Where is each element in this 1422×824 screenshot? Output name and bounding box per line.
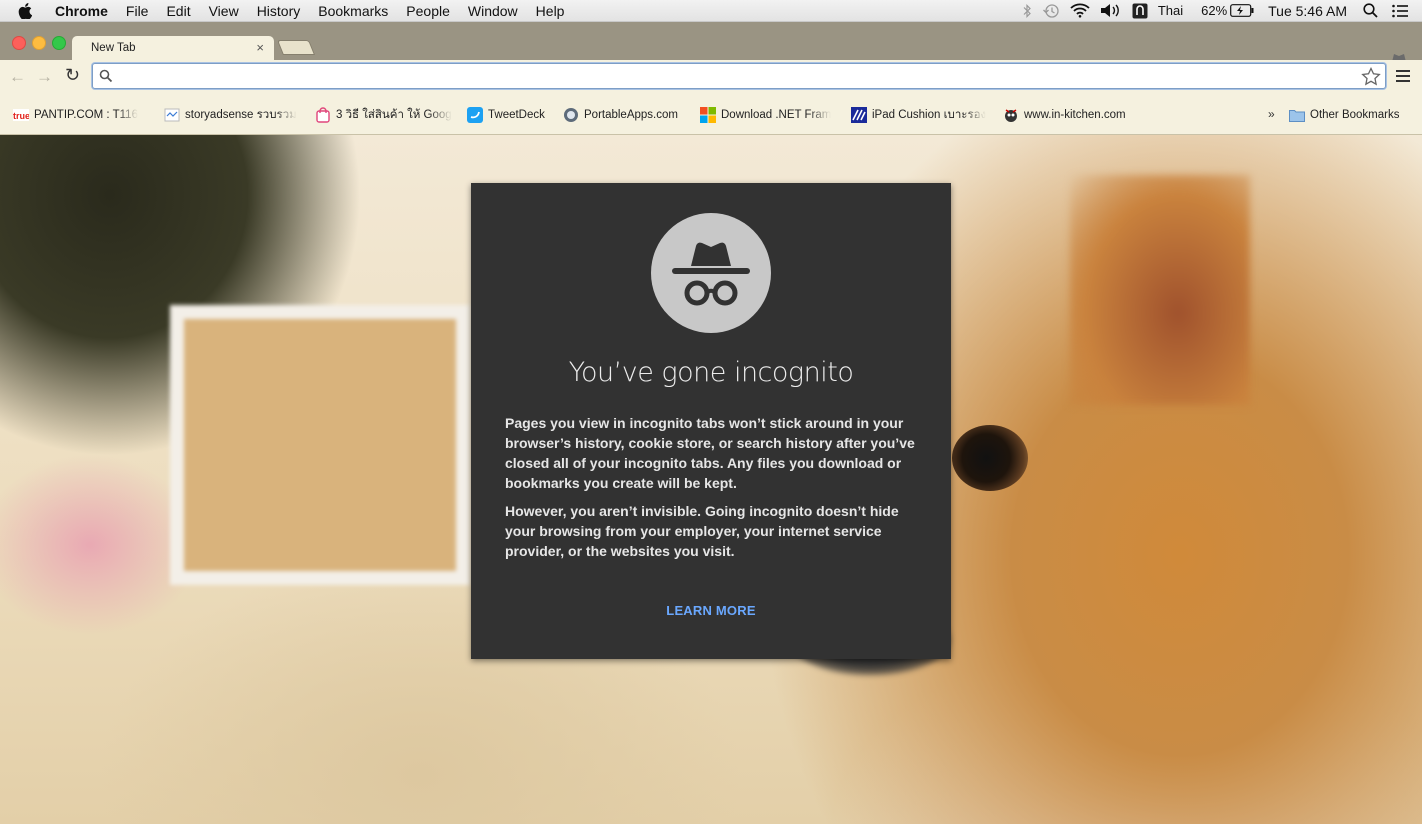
incognito-spy-icon	[651, 213, 771, 333]
svg-text:true: true	[13, 111, 29, 121]
truemove-favicon-icon: true	[13, 107, 29, 123]
omnibox[interactable]	[92, 63, 1386, 89]
kitchen-favicon-icon	[1003, 107, 1019, 123]
minimize-window-button[interactable]	[32, 36, 46, 50]
bookmark-label: PANTIP.COM : T116	[34, 108, 138, 121]
new-tab-button[interactable]	[276, 40, 316, 55]
bookmark-label: www.in-kitchen.com	[1024, 108, 1126, 121]
clock[interactable]: Tue 5:46 AM	[1268, 3, 1347, 19]
bookmark-label: Download .NET Fram	[721, 108, 832, 121]
reload-icon[interactable]: ↻	[65, 66, 80, 84]
background-photo-frame	[170, 305, 470, 585]
bookmarks-overflow-chevron[interactable]: »	[1268, 107, 1275, 121]
bluetooth-icon[interactable]	[1022, 3, 1032, 18]
tab-new-tab[interactable]: New Tab ×	[72, 36, 274, 60]
bookmarks-bar: true PANTIP.COM : T116 storyadsense รวบร…	[0, 94, 1422, 135]
portableapps-favicon-icon	[563, 107, 579, 123]
time-machine-icon[interactable]	[1042, 3, 1060, 19]
tab-close-icon[interactable]: ×	[256, 36, 264, 60]
close-window-button[interactable]	[12, 36, 26, 50]
input-source-label[interactable]: Thai	[1158, 3, 1183, 18]
tweetdeck-favicon-icon	[467, 106, 483, 123]
bookmark-in-kitchen[interactable]: www.in-kitchen.com	[1003, 106, 1126, 123]
background-dog-ear	[1070, 175, 1250, 405]
nitro-favicon-icon	[851, 106, 867, 123]
menu-window[interactable]: Window	[459, 0, 527, 22]
other-bookmarks-folder[interactable]: Other Bookmarks	[1289, 106, 1399, 123]
background-dog-eye	[952, 425, 1028, 491]
thai-keyboard-icon[interactable]	[1132, 3, 1148, 19]
bookmark-label: iPad Cushion เบาะรอง	[872, 108, 987, 121]
bookmark-tweetdeck[interactable]: TweetDeck	[467, 106, 545, 123]
bookmark-pantip[interactable]: true PANTIP.COM : T116	[13, 106, 153, 123]
bookmark-label: PortableApps.com	[584, 108, 678, 121]
bookmark-download-net[interactable]: Download .NET Fram	[700, 106, 835, 123]
omnibox-input[interactable]	[117, 66, 1361, 88]
other-bookmarks-label: Other Bookmarks	[1310, 108, 1400, 121]
bookmark-storyadsense[interactable]: storyadsense รวบรวม	[164, 106, 304, 123]
chrome-menu-icon[interactable]	[1396, 69, 1410, 87]
browser-toolbar: ← → ↻	[0, 60, 1422, 94]
incognito-warning: However, you aren’t invisible. Going inc…	[505, 503, 899, 559]
battery-charging-icon[interactable]	[1230, 4, 1254, 17]
bookmark-label: TweetDeck	[488, 108, 545, 121]
folder-icon	[1289, 107, 1305, 123]
bookmark-3-ways[interactable]: 3 วิธี ใส่สินค้า ให้ Goog	[315, 106, 455, 123]
back-arrow-icon[interactable]: ←	[9, 68, 26, 85]
menu-history[interactable]: History	[248, 0, 310, 22]
menu-bar: Chrome File Edit View History Bookmarks …	[0, 0, 1422, 22]
shopping-bag-favicon-icon	[315, 106, 331, 123]
incognito-title: You’ve gone incognito	[568, 357, 854, 388]
bookmark-star-icon[interactable]	[1361, 66, 1381, 91]
learn-more-link[interactable]: LEARN MORE	[471, 603, 951, 618]
menu-view[interactable]: View	[200, 0, 248, 22]
menu-edit[interactable]: Edit	[157, 0, 199, 22]
wifi-icon[interactable]	[1070, 3, 1090, 18]
notification-center-icon[interactable]	[1392, 4, 1408, 18]
zoom-window-button[interactable]	[52, 36, 66, 50]
battery-percent[interactable]: 62%	[1201, 3, 1227, 18]
tab-title: New Tab	[91, 42, 136, 54]
menu-help[interactable]: Help	[527, 0, 574, 22]
spotlight-search-icon[interactable]	[1363, 3, 1378, 18]
menu-people[interactable]: People	[397, 0, 459, 22]
bookmark-portableapps[interactable]: PortableApps.com	[563, 106, 678, 123]
apple-menu-icon[interactable]	[14, 2, 36, 19]
incognito-card: You’ve gone incognito Pages you view in …	[471, 183, 951, 659]
microsoft-favicon-icon	[700, 106, 716, 123]
menu-file[interactable]: File	[117, 0, 158, 22]
search-icon	[99, 69, 113, 88]
menu-bookmarks[interactable]: Bookmarks	[309, 0, 397, 22]
bookmark-ipad-cushion[interactable]: iPad Cushion เบาะรอง	[851, 106, 991, 123]
volume-icon[interactable]	[1100, 3, 1122, 18]
page-favicon-icon	[164, 107, 180, 123]
bookmark-label: storyadsense รวบรวม	[185, 108, 297, 121]
forward-arrow-icon[interactable]: →	[36, 68, 53, 85]
status-area: Thai 62% Tue 5:46 AM	[1012, 0, 1422, 22]
app-menu-chrome[interactable]: Chrome	[46, 0, 117, 22]
bookmark-label: 3 วิธี ใส่สินค้า ให้ Goog	[336, 108, 452, 121]
incognito-description: Pages you view in incognito tabs won’t s…	[505, 415, 915, 491]
